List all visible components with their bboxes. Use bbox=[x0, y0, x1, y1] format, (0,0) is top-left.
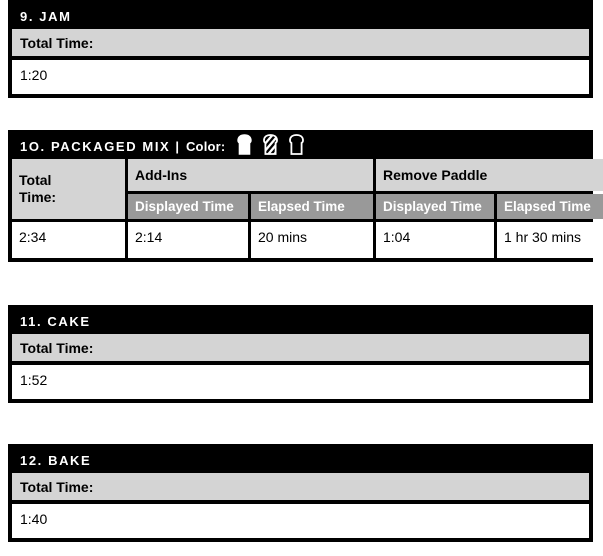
section-cake-total-time-label: Total Time: bbox=[20, 339, 94, 356]
total-time-label-line2: Time: bbox=[19, 189, 57, 205]
section-bake-header: 12. BAKE bbox=[12, 448, 589, 473]
bread-dark-icon[interactable] bbox=[287, 133, 306, 160]
value-addins-elapsed-time-text: 20 mins bbox=[258, 229, 308, 245]
subheader-paddle-elapsed-time: Elapsed Time bbox=[497, 194, 603, 219]
group-header-add-ins: Add-Ins bbox=[128, 159, 373, 191]
total-time-header-cell: Total Time: bbox=[12, 159, 125, 219]
section-bake-total-time-label-row: Total Time: bbox=[12, 473, 589, 504]
packaged-mix-table: Total Time: Add-Ins Remove Paddle Displa… bbox=[12, 159, 603, 258]
value-paddle-elapsed-time[interactable]: 1 hr 30 mins bbox=[497, 222, 603, 258]
value-total-time-text: 2:34 bbox=[19, 229, 47, 245]
subheader-paddle-displayed-time: Displayed Time bbox=[376, 194, 494, 219]
subheader-addins-displayed-time-label: Displayed Time bbox=[135, 199, 234, 214]
section-packaged-mix: 1O. PACKAGED MIX | Color: Total Time: Ad… bbox=[8, 130, 603, 262]
section-jam-title: 9. JAM bbox=[20, 9, 72, 24]
subheader-paddle-displayed-time-label: Displayed Time bbox=[383, 199, 482, 214]
value-paddle-displayed-time[interactable]: 1:04 bbox=[376, 222, 494, 258]
value-addins-elapsed-time[interactable]: 20 mins bbox=[251, 222, 373, 258]
section-jam-total-time-label-row: Total Time: bbox=[12, 29, 589, 60]
value-addins-displayed-time-text: 2:14 bbox=[135, 229, 163, 245]
color-icon-row bbox=[235, 133, 306, 160]
total-time-label-line1: Total bbox=[19, 172, 52, 188]
group-header-remove-paddle: Remove Paddle bbox=[376, 159, 603, 191]
subheader-paddle-elapsed-time-label: Elapsed Time bbox=[504, 199, 591, 214]
section-bake-total-time-label: Total Time: bbox=[20, 478, 94, 495]
section-jam-header: 9. JAM bbox=[12, 4, 589, 29]
subheader-addins-displayed-time: Displayed Time bbox=[128, 194, 248, 219]
value-total-time[interactable]: 2:34 bbox=[12, 222, 125, 258]
section-bake-title: 12. BAKE bbox=[20, 453, 92, 468]
section-jam-total-time-label: Total Time: bbox=[20, 34, 94, 51]
value-paddle-elapsed-time-text: 1 hr 30 mins bbox=[504, 229, 582, 245]
subheader-addins-elapsed-time-label: Elapsed Time bbox=[258, 199, 345, 214]
group-header-remove-paddle-label: Remove Paddle bbox=[383, 167, 488, 183]
bread-medium-icon[interactable] bbox=[261, 133, 280, 160]
value-paddle-displayed-time-text: 1:04 bbox=[383, 229, 411, 245]
subheader-addins-elapsed-time: Elapsed Time bbox=[251, 194, 373, 219]
section-cake-title: 11. CAKE bbox=[20, 314, 91, 329]
section-packaged-mix-header: 1O. PACKAGED MIX | Color: bbox=[12, 133, 589, 160]
section-packaged-mix-title: 1O. PACKAGED MIX bbox=[20, 139, 171, 154]
group-header-add-ins-label: Add-Ins bbox=[135, 167, 188, 183]
worksheet-page: 9. JAM Total Time: 1:20 1O. PACKAGED MIX… bbox=[0, 0, 603, 556]
section-cake-total-time-label-row: Total Time: bbox=[12, 334, 589, 365]
value-addins-displayed-time[interactable]: 2:14 bbox=[128, 222, 248, 258]
color-label: Color: bbox=[185, 139, 226, 154]
section-bake-total-time-value: 1:40 bbox=[20, 511, 48, 527]
section-cake-total-time-value: 1:52 bbox=[20, 372, 48, 388]
section-cake-header: 11. CAKE bbox=[12, 309, 589, 334]
section-cake: 11. CAKE Total Time: 1:52 bbox=[8, 305, 593, 403]
header-divider: | bbox=[175, 139, 179, 154]
section-jam-total-time-value-row[interactable]: 1:20 bbox=[12, 60, 589, 94]
section-bake: 12. BAKE Total Time: 1:40 bbox=[8, 444, 593, 542]
section-jam: 9. JAM Total Time: 1:20 bbox=[8, 0, 593, 98]
section-cake-total-time-value-row[interactable]: 1:52 bbox=[12, 365, 589, 399]
section-bake-total-time-value-row[interactable]: 1:40 bbox=[12, 504, 589, 538]
section-jam-total-time-value: 1:20 bbox=[20, 67, 48, 83]
bread-light-icon[interactable] bbox=[235, 133, 254, 160]
